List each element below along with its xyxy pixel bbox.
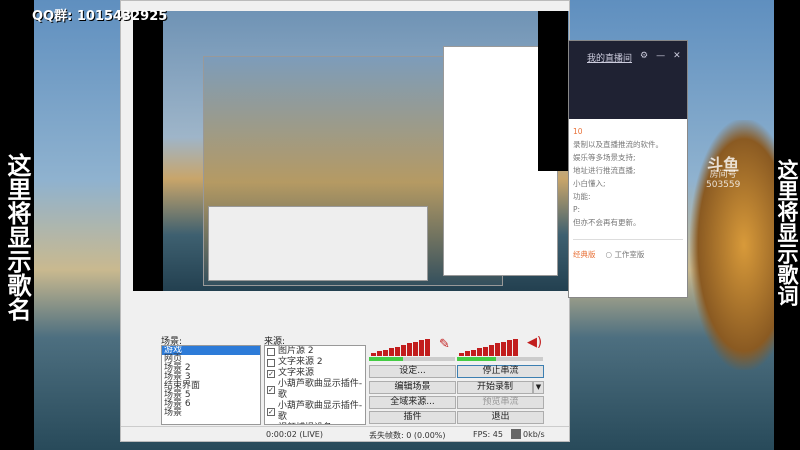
speaker-meter bbox=[459, 338, 518, 356]
minimize-icon[interactable]: — bbox=[656, 51, 665, 61]
meter-bar bbox=[471, 349, 476, 356]
exit-button[interactable]: 退出 bbox=[457, 411, 544, 424]
dialog-line: 功能: bbox=[573, 192, 591, 201]
edit-scene-button[interactable]: 编辑场景 bbox=[369, 381, 456, 394]
dialog-line: 但亦不会再有更新。 bbox=[573, 218, 641, 227]
meter-bar bbox=[389, 348, 394, 356]
meter-bar bbox=[371, 353, 376, 356]
nested-right-bar bbox=[538, 11, 568, 171]
watermark-brand: 斗鱼 bbox=[707, 155, 740, 174]
speaker-icon[interactable]: ◀) bbox=[527, 335, 542, 350]
meter-bar bbox=[489, 345, 494, 356]
dialog-line: P: bbox=[573, 205, 581, 214]
dropped-frames: 丢失帧数: 0 (0.00%) bbox=[369, 431, 446, 440]
speaker-level[interactable] bbox=[457, 357, 543, 361]
stop-stream-button[interactable]: 停止串流 bbox=[457, 365, 544, 378]
option-workspace: 工作室版 bbox=[614, 250, 645, 259]
meter-bar bbox=[383, 349, 388, 356]
launcher-dialog: 我的直播间 ⚙ — ✕ 10 录制以及直播推流的软件。 娱乐等多场景支持; 地址进行… bbox=[568, 40, 688, 298]
checkbox[interactable]: ✓ bbox=[267, 369, 275, 378]
meter-bar bbox=[407, 343, 412, 356]
source-item[interactable]: 文字来源 2 bbox=[265, 357, 365, 368]
checkbox[interactable]: ✓ bbox=[267, 408, 275, 416]
source-label: 小葫芦歌曲显示插件-歌 bbox=[277, 379, 363, 400]
dialog-line: 地址进行推流直播; bbox=[573, 166, 636, 175]
meter-bar bbox=[413, 341, 418, 356]
watermark-room: 房间号 bbox=[709, 170, 737, 180]
bitrate-indicator bbox=[511, 429, 521, 439]
option-workspace-radio[interactable]: ○ 工作室版 bbox=[606, 248, 645, 261]
meter-bar bbox=[501, 341, 506, 356]
settings-button[interactable]: 设定... bbox=[369, 365, 456, 378]
dialog-line: 小白懂入; bbox=[573, 179, 606, 188]
source-item[interactable]: ✓ 小葫芦歌曲显示插件-歌 bbox=[265, 401, 365, 423]
plugins-button[interactable]: 插件 bbox=[369, 411, 456, 424]
meter-bar bbox=[507, 340, 512, 356]
dialog-header: 我的直播间 ⚙ — ✕ bbox=[569, 41, 687, 119]
preview-stream-button[interactable]: 预览串流 bbox=[457, 396, 544, 409]
nested-controls bbox=[208, 206, 428, 281]
source-item[interactable]: ✓ 小葫芦歌曲显示插件-歌 bbox=[265, 379, 365, 401]
close-icon[interactable]: ✕ bbox=[673, 51, 681, 61]
source-item[interactable]: 视频捕捉设备 bbox=[265, 423, 365, 426]
song-name-bar: 这里将显示歌名 bbox=[0, 0, 34, 450]
start-record-button[interactable]: 开始录制 bbox=[457, 381, 533, 394]
option-classic[interactable]: 经典版 bbox=[573, 248, 596, 261]
meter-bar bbox=[395, 346, 400, 356]
source-item[interactable]: ✓ 文字来源 bbox=[265, 368, 365, 379]
checkbox[interactable] bbox=[267, 347, 275, 356]
my-room-link[interactable]: 我的直播间 bbox=[587, 51, 632, 64]
source-label: 图片源 2 bbox=[278, 346, 314, 356]
obs-window: 场景: 游戏 网页 场景 2 场景 3 结束界面 场景 5 场景 6 场景 来源: 图片源 2… bbox=[120, 0, 570, 442]
meter-bar bbox=[483, 346, 488, 356]
checkbox[interactable]: ✓ bbox=[267, 386, 275, 394]
status-bar: 0:00:02 (LIVE) 丢失帧数: 0 (0.00%) FPS: 45 0… bbox=[121, 426, 569, 442]
source-label: 小葫芦歌曲显示插件-歌 bbox=[277, 401, 363, 422]
fps: FPS: 45 bbox=[473, 430, 503, 439]
mic-level[interactable] bbox=[369, 357, 455, 361]
scene-item[interactable]: 场景 bbox=[162, 409, 260, 418]
watermark-id: 503559 bbox=[706, 180, 741, 190]
mic-meter bbox=[371, 338, 430, 356]
meter-bar bbox=[459, 353, 464, 356]
meter-bar bbox=[465, 351, 470, 356]
version: 10 bbox=[573, 127, 583, 136]
source-list[interactable]: 图片源 2 文字来源 2 ✓ 文字来源 ✓ 小葫芦歌曲显示插件-歌 ✓ 小葫芦歌曲显示插件-歌… bbox=[264, 345, 366, 425]
checkbox[interactable] bbox=[267, 358, 275, 367]
source-item[interactable]: 图片源 2 bbox=[265, 346, 365, 357]
checkbox[interactable] bbox=[267, 425, 275, 426]
scene-list[interactable]: 游戏 网页 场景 2 场景 3 结束界面 场景 5 场景 6 场景 bbox=[161, 345, 261, 425]
meter-bar bbox=[377, 351, 382, 356]
meter-bar bbox=[495, 343, 500, 356]
dialog-line: 娱乐等多场景支持; bbox=[573, 153, 636, 162]
source-label: 视频捕捉设备 bbox=[278, 423, 332, 424]
dialog-line: 录制以及直播推流的软件。 bbox=[573, 140, 663, 149]
stream-preview bbox=[133, 11, 569, 291]
meter-bar bbox=[513, 338, 518, 356]
lyrics-bar: 这里将显示歌词 bbox=[774, 0, 800, 450]
meter-bar bbox=[419, 340, 424, 356]
meter-bar bbox=[477, 348, 482, 356]
douyu-watermark: 斗鱼 房间号 503559 bbox=[706, 155, 741, 191]
bitrate: 0kb/s bbox=[523, 430, 545, 439]
source-label: 文字来源 2 bbox=[278, 357, 323, 367]
source-label: 文字来源 bbox=[278, 368, 315, 378]
record-dropdown-button[interactable]: ▼ bbox=[533, 381, 544, 394]
global-sources-button[interactable]: 全域来源... bbox=[369, 396, 456, 409]
qq-group: QQ群: 1015432925 bbox=[32, 9, 168, 24]
microphone-icon[interactable]: ✎ bbox=[439, 337, 450, 352]
stream-time: 0:00:02 (LIVE) bbox=[266, 430, 323, 439]
gear-icon[interactable]: ⚙ bbox=[640, 51, 648, 61]
meter-bar bbox=[401, 345, 406, 356]
meter-bar bbox=[425, 338, 430, 356]
nested-left-bar bbox=[133, 11, 163, 291]
